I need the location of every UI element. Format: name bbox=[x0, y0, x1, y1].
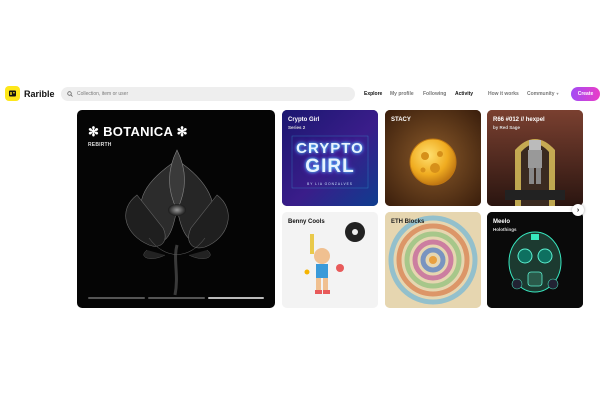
chevron-down-icon: ▾ bbox=[556, 91, 559, 96]
hero-subtitle: REBIRTH bbox=[88, 142, 112, 148]
nav-activity[interactable]: Activity bbox=[455, 87, 473, 101]
tile-title: Crypto Girl bbox=[288, 117, 320, 123]
next-arrow-button[interactable]: › bbox=[572, 204, 584, 216]
tile-title: Meelo bbox=[493, 219, 511, 225]
featured-botanica-card[interactable]: ✻ BOTANICA ✻ REBIRTH bbox=[77, 110, 275, 308]
card-meelo[interactable]: Meelo Holothings bbox=[487, 212, 583, 308]
tile-subtitle: Holothings bbox=[493, 227, 517, 232]
carousel-progress bbox=[88, 297, 264, 299]
tile-title: R66 #012 // hexpel bbox=[493, 117, 545, 123]
hero-title: ✻ BOTANICA ✻ bbox=[88, 124, 188, 139]
carousel-segment[interactable] bbox=[148, 297, 205, 299]
crypto-girl-caption: BY LIA GONZALVES bbox=[307, 182, 353, 186]
brand-name[interactable]: Rarible bbox=[24, 87, 55, 101]
card-stacy[interactable]: STACY bbox=[385, 110, 481, 206]
search-icon bbox=[67, 91, 73, 97]
crypto-art-text: CRYPTO bbox=[296, 140, 364, 157]
card-r66-hexpel[interactable]: R66 #012 // hexpel by Red Sage bbox=[487, 110, 583, 206]
benny-cools-artwork bbox=[282, 212, 378, 308]
girl-art-text: GIRL bbox=[305, 156, 355, 177]
eth-blocks-artwork bbox=[385, 212, 481, 308]
nav-my-profile[interactable]: My profile bbox=[390, 87, 414, 101]
tile-subtitle: Series 2 bbox=[288, 125, 306, 130]
card-eth-blocks[interactable]: ETH Blocks bbox=[385, 212, 481, 308]
tile-subtitle: by Red Sage bbox=[493, 125, 521, 130]
create-button[interactable]: Create bbox=[571, 87, 600, 101]
chevron-right-icon: › bbox=[576, 206, 580, 214]
nav-community[interactable]: Community ▾ bbox=[527, 87, 559, 101]
nav-how-it-works[interactable]: How it works bbox=[488, 87, 519, 101]
rarible-logo-icon[interactable] bbox=[5, 86, 20, 101]
top-navbar: Rarible Explore My profile Following Act… bbox=[0, 84, 600, 104]
nav-following[interactable]: Following bbox=[423, 87, 446, 101]
search-input[interactable] bbox=[77, 89, 337, 99]
gold-coin-artwork bbox=[385, 110, 481, 206]
search-bar[interactable] bbox=[61, 87, 355, 101]
carousel-segment[interactable] bbox=[88, 297, 145, 299]
card-benny-cools[interactable]: Benny Cools bbox=[282, 212, 378, 308]
tile-title: ETH Blocks bbox=[391, 219, 425, 225]
nav-community-label: Community bbox=[527, 91, 555, 97]
carousel-segment-active[interactable] bbox=[208, 297, 264, 299]
tile-title: Benny Cools bbox=[288, 219, 325, 225]
tile-title: STACY bbox=[391, 117, 411, 123]
card-crypto-girl[interactable]: CRYPTO GIRL BY LIA GONZALVES Crypto Girl… bbox=[282, 110, 378, 206]
nav-explore[interactable]: Explore bbox=[364, 87, 382, 101]
